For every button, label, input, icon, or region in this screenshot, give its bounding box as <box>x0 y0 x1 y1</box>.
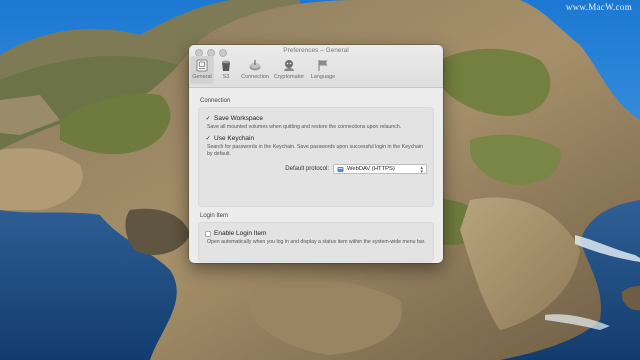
chevron-up-down-icon: ▴ ▾ <box>420 164 423 175</box>
preferences-window: Preferences – General General S3 Connect… <box>189 45 443 263</box>
tab-connection[interactable]: Connection <box>238 56 272 84</box>
tab-language[interactable]: Language <box>306 56 340 84</box>
default-protocol-row: Default protocol: WebDAV (HTTPS) ▴ ▾ <box>205 164 427 175</box>
tab-language-label: Language <box>310 74 336 80</box>
connection-group: ✓ Save Workspace Save all mounted volume… <box>198 107 434 207</box>
tab-connection-label: Connection <box>241 74 269 80</box>
save-workspace-description: Save all mounted volumes when quitting a… <box>207 124 402 130</box>
language-icon <box>316 58 330 72</box>
save-workspace-checkbox[interactable]: ✓ <box>205 116 211 122</box>
window-toolbar: Preferences – General General S3 Connect… <box>189 45 443 88</box>
tab-cryptomator[interactable]: Cryptomator <box>272 56 306 84</box>
default-protocol-select[interactable]: WebDAV (HTTPS) ▴ ▾ <box>333 164 427 175</box>
use-keychain-checkbox[interactable]: ✓ <box>205 136 211 142</box>
general-icon <box>195 58 209 72</box>
preferences-content: Connection ✓ Save Workspace Save all mou… <box>189 88 443 262</box>
enable-login-item-label[interactable]: Enable Login Item <box>214 230 266 237</box>
enable-login-item-description: Open automatically when you log in and d… <box>207 239 426 245</box>
tab-s3-label: S3 <box>222 74 230 80</box>
watermark-text: www.MacW.com <box>565 2 632 12</box>
use-keychain-row: ✓ Use Keychain <box>205 135 427 142</box>
login-item-group: Enable Login Item Open automatically whe… <box>198 222 434 262</box>
save-workspace-label[interactable]: Save Workspace <box>214 115 263 122</box>
window-title: Preferences – General <box>283 47 349 54</box>
s3-icon <box>219 58 233 72</box>
tab-general-label: General <box>192 74 212 80</box>
enable-login-item-checkbox[interactable] <box>205 230 211 237</box>
connection-icon <box>248 58 262 72</box>
enable-login-item-row: Enable Login Item <box>205 230 427 237</box>
connection-heading: Connection <box>200 98 231 104</box>
protocol-drive-icon <box>337 166 344 172</box>
tab-s3[interactable]: S3 <box>214 56 238 84</box>
tab-cryptomator-label: Cryptomator <box>273 74 305 80</box>
use-keychain-description: Search for passwords in the Keychain. Sa… <box>207 144 423 157</box>
preferences-tabs: General S3 Connection Cryptomator Langua… <box>190 56 340 84</box>
default-protocol-label: Default protocol: <box>285 166 329 172</box>
cryptomator-icon <box>282 58 296 72</box>
login-item-heading: Login Item <box>200 213 229 219</box>
default-protocol-value: WebDAV (HTTPS) <box>347 166 395 172</box>
save-workspace-row: ✓ Save Workspace <box>205 115 427 122</box>
tab-general[interactable]: General <box>190 56 214 84</box>
use-keychain-label[interactable]: Use Keychain <box>214 135 254 142</box>
